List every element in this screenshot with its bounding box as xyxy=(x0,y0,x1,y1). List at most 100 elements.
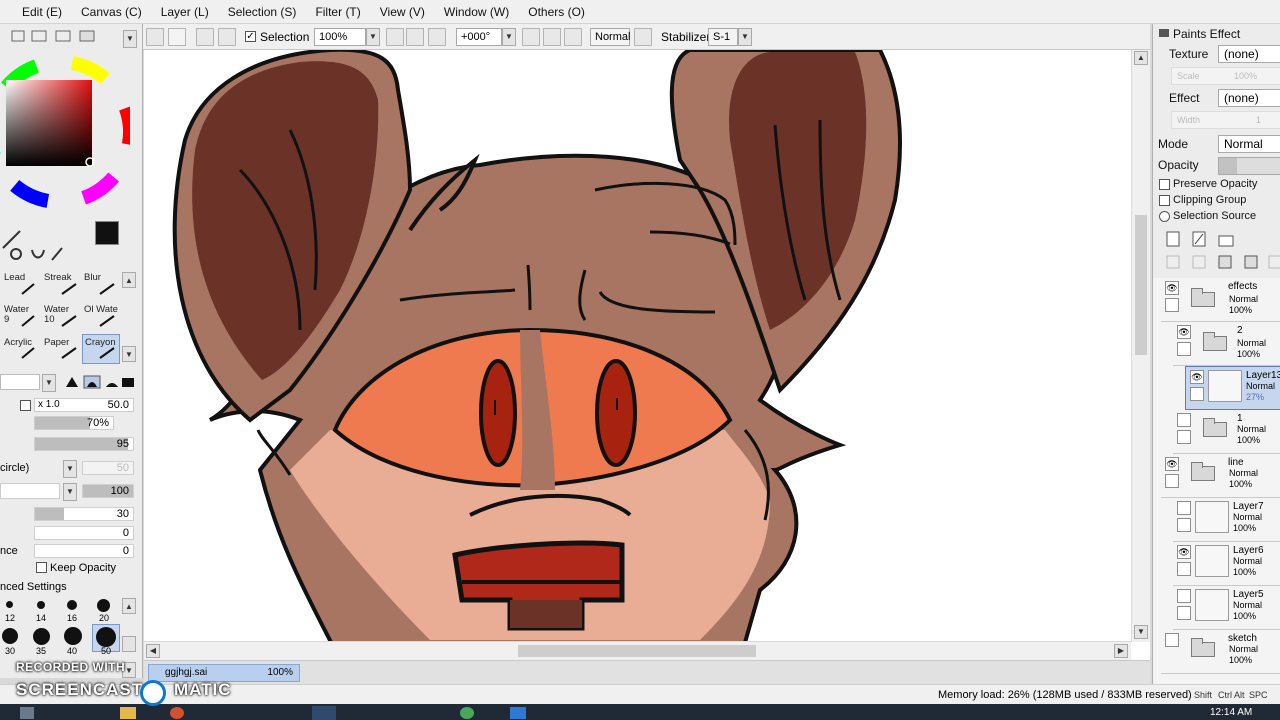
lock-icon[interactable] xyxy=(1177,606,1191,620)
layer-item-layer13[interactable]: 👁 Layer13 Normal 27% xyxy=(1185,366,1280,410)
preset-scroll-mid-icon[interactable] xyxy=(122,636,136,652)
layer-item-line[interactable]: 👁 line Normal 100% xyxy=(1161,454,1280,498)
rotate-right-icon[interactable] xyxy=(543,28,561,46)
horizontal-scroll-thumb[interactable] xyxy=(518,645,756,657)
lock-icon[interactable] xyxy=(1177,430,1191,444)
scroll-right-icon[interactable]: ▶ xyxy=(1114,644,1128,658)
keep-opacity-checkbox[interactable] xyxy=(36,562,47,573)
effect-width-slider[interactable]: Width 1 xyxy=(1171,111,1280,129)
edge-dropdown-icon[interactable]: ▼ xyxy=(42,374,56,392)
select-all-icon[interactable] xyxy=(218,28,236,46)
scroll-up-icon[interactable]: ▲ xyxy=(1134,51,1148,65)
preset-dot-icon[interactable] xyxy=(2,628,18,644)
stabilizer-dropdown-icon[interactable]: ▼ xyxy=(738,28,752,46)
zoom-dropdown-icon[interactable]: ▼ xyxy=(366,28,380,46)
flip-icon[interactable] xyxy=(634,28,652,46)
brush-scroll-down-icon[interactable]: ▼ xyxy=(122,346,136,362)
size-multiplier-checkbox[interactable] xyxy=(20,400,31,411)
texture-slider[interactable]: 100 xyxy=(82,484,134,498)
layer-item-layer7[interactable]: Layer7 Normal 100% xyxy=(1173,498,1280,542)
edge-shapes[interactable]: ▼ xyxy=(0,374,140,392)
chrome-icon[interactable] xyxy=(460,707,474,719)
blending-slider[interactable]: 30 xyxy=(34,507,134,521)
color-wheel-icon[interactable] xyxy=(0,52,137,212)
vertical-scroll-thumb[interactable] xyxy=(1135,215,1147,355)
menu-filter[interactable]: Filter (T) xyxy=(315,5,360,19)
eye-icon[interactable] xyxy=(1165,633,1179,647)
preset-dot-icon[interactable] xyxy=(6,601,13,608)
lock-icon[interactable] xyxy=(1165,474,1179,488)
navigator-buttons[interactable] xyxy=(2,30,98,42)
texture-select[interactable] xyxy=(0,483,60,499)
clipping-group-checkbox[interactable] xyxy=(1159,195,1170,206)
layer-item-sketch[interactable]: sketch Normal 100% xyxy=(1161,630,1280,674)
brush-scroll-up-icon[interactable]: ▲ xyxy=(122,272,136,288)
texture-select[interactable]: (none) xyxy=(1218,45,1280,63)
dilution-slider[interactable]: 0 xyxy=(34,526,134,540)
eye-icon[interactable]: 👁 xyxy=(1165,281,1179,295)
zoom-field[interactable]: 100% xyxy=(314,28,366,46)
layer-item-2[interactable]: 👁 2 Normal 100% xyxy=(1173,322,1280,366)
preset-dot-icon[interactable] xyxy=(96,627,116,647)
shape-slider[interactable]: 50 xyxy=(82,461,134,475)
menu-edit[interactable]: Edit (E) xyxy=(22,5,62,19)
layer-item-layer6[interactable]: 👁 Layer6 Normal 100% xyxy=(1173,542,1280,586)
shape-dropdown-icon[interactable]: ▼ xyxy=(63,460,77,478)
scroll-down-icon[interactable]: ▼ xyxy=(1134,625,1148,639)
texture-scale-slider[interactable]: Scale 100% xyxy=(1171,67,1280,85)
eye-icon[interactable]: 👁 xyxy=(1190,370,1204,384)
zoom-in-icon[interactable] xyxy=(406,28,424,46)
blend-mode-field[interactable]: Normal xyxy=(590,28,630,46)
zoom-reset-icon[interactable] xyxy=(428,28,446,46)
eye-icon[interactable]: 👁 xyxy=(1165,457,1179,471)
preset-scroll-up-icon[interactable]: ▲ xyxy=(122,598,136,614)
eye-icon[interactable]: 👁 xyxy=(1177,545,1191,559)
texture-dropdown-icon[interactable]: ▼ xyxy=(63,483,77,501)
rotation-field[interactable]: +000° xyxy=(456,28,502,46)
lock-icon[interactable] xyxy=(1177,562,1191,576)
layer-item-effects[interactable]: 👁 effects Normal 100% xyxy=(1161,278,1280,322)
preset-dot-icon[interactable] xyxy=(64,627,82,645)
eye-icon[interactable]: 👁 xyxy=(1177,325,1191,339)
layer-mode-select[interactable]: Normal xyxy=(1218,135,1280,153)
menu-window[interactable]: Window (W) xyxy=(444,5,509,19)
menu-canvas[interactable]: Canvas (C) xyxy=(81,5,142,19)
crop-icon[interactable] xyxy=(196,28,214,46)
persistence-slider[interactable]: 0 xyxy=(34,544,134,558)
lock-icon[interactable] xyxy=(1177,518,1191,532)
preserve-opacity-checkbox[interactable] xyxy=(1159,179,1170,190)
preset-dot-icon[interactable] xyxy=(37,601,45,609)
invert-selection-icon[interactable] xyxy=(168,28,186,46)
rotate-reset-icon[interactable] xyxy=(564,28,582,46)
zoom-out-icon[interactable] xyxy=(386,28,404,46)
drawing-canvas[interactable] xyxy=(144,50,1150,660)
scroll-left-icon[interactable]: ◀ xyxy=(146,644,160,658)
layer-opacity-slider[interactable] xyxy=(1218,157,1280,175)
horizontal-scrollbar[interactable]: ◀ ▶ xyxy=(144,641,1131,660)
effect-select[interactable]: (none) xyxy=(1218,89,1280,107)
min-size-slider[interactable]: 70% xyxy=(34,416,114,430)
current-color-swatch[interactable] xyxy=(95,221,119,245)
selection-source-checkbox[interactable] xyxy=(1159,211,1170,222)
preset-dot-icon[interactable] xyxy=(33,628,50,645)
density-slider[interactable]: 95 xyxy=(34,437,134,451)
layer-buttons[interactable] xyxy=(1165,230,1280,272)
layer-item-1[interactable]: 1 Normal 100% xyxy=(1173,410,1280,454)
eye-icon[interactable] xyxy=(1177,413,1191,427)
rotation-dropdown-icon[interactable]: ▼ xyxy=(502,28,516,46)
size-multiplier[interactable]: x 1.0 xyxy=(38,399,60,410)
selection-checkbox[interactable]: ✓ xyxy=(245,31,256,42)
menu-others[interactable]: Others (O) xyxy=(528,5,585,19)
rotate-left-icon[interactable] xyxy=(522,28,540,46)
preset-dot-icon[interactable] xyxy=(97,599,110,612)
sai-app-icon[interactable] xyxy=(312,706,336,720)
tool-icons[interactable] xyxy=(0,228,90,264)
menu-view[interactable]: View (V) xyxy=(380,5,425,19)
advanced-settings-label[interactable]: nced Settings xyxy=(0,581,67,593)
menu-selection[interactable]: Selection (S) xyxy=(228,5,297,19)
eye-icon[interactable] xyxy=(1177,501,1191,515)
explorer-icon[interactable] xyxy=(120,707,136,719)
eye-icon[interactable] xyxy=(1177,589,1191,603)
menu-layer[interactable]: Layer (L) xyxy=(161,5,209,19)
pen-icon[interactable] xyxy=(1190,387,1204,401)
